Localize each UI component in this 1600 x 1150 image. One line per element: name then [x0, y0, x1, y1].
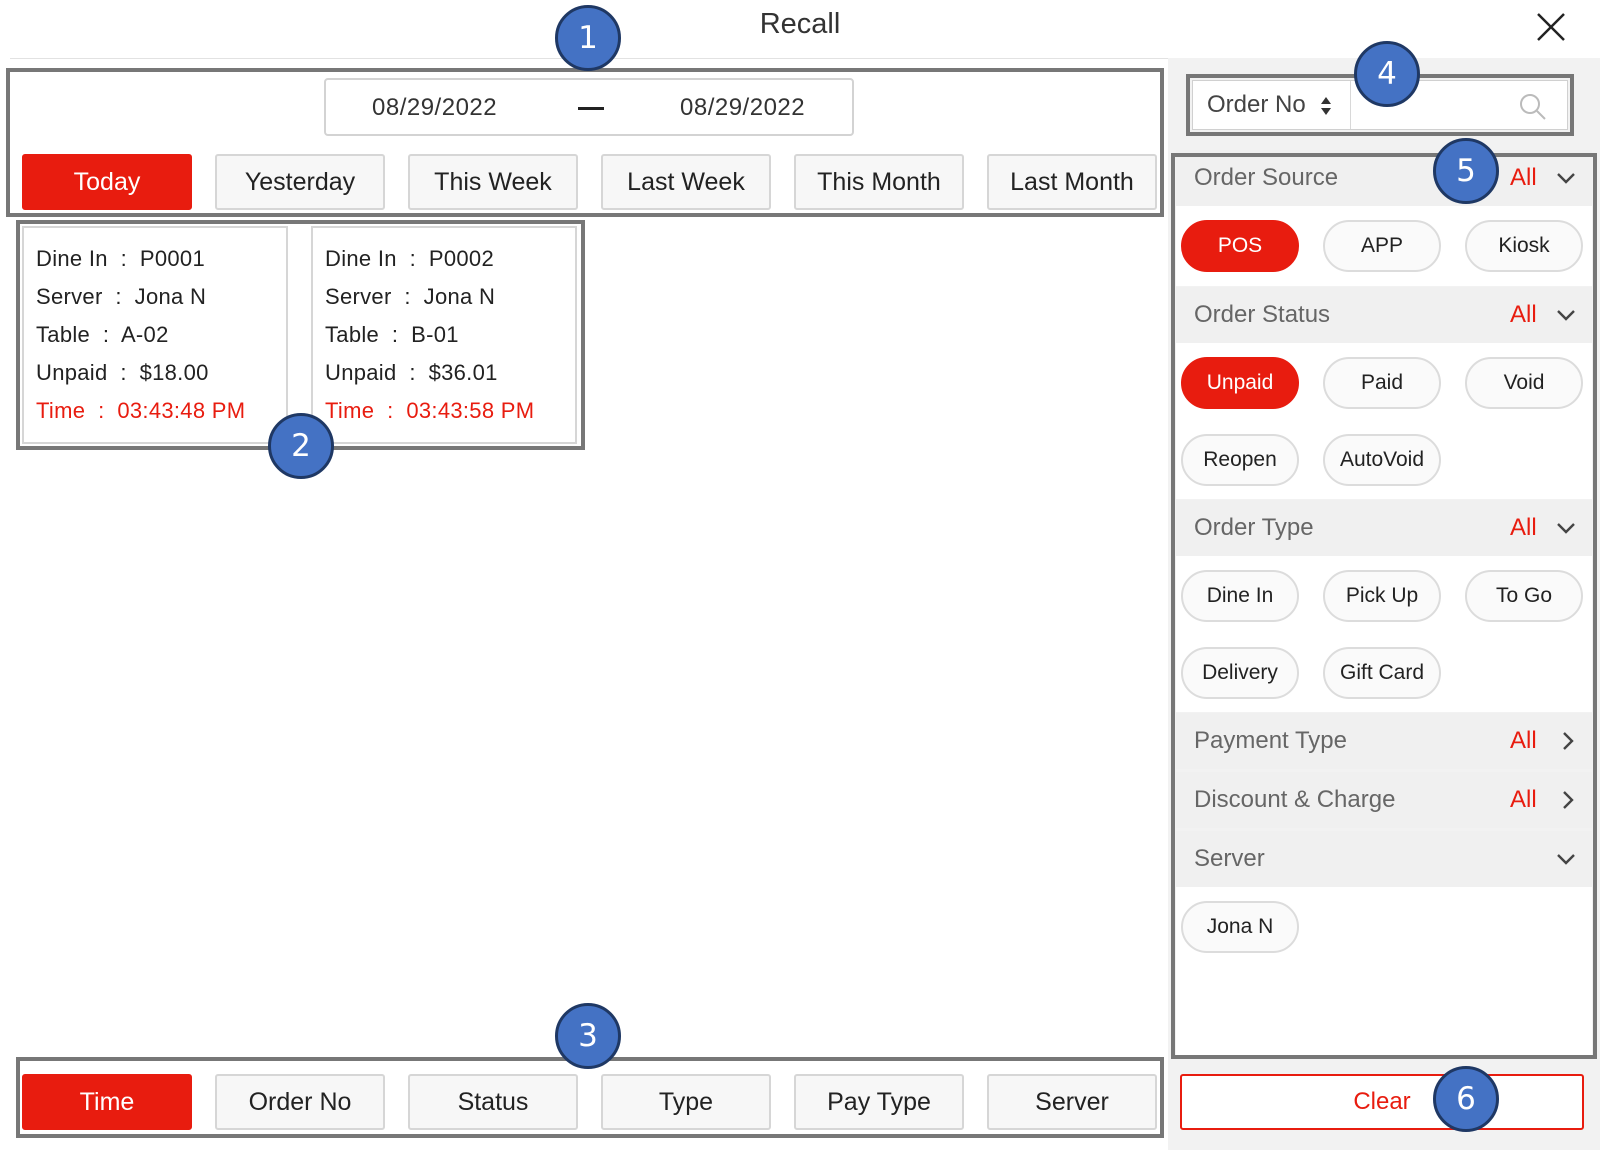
callout-box-date-filter	[6, 68, 1164, 217]
recall-dialog: Recall 08/29/2022 08/29/2022 Today Yeste…	[0, 0, 1600, 1150]
callout-badge-5: 5	[1433, 138, 1499, 204]
callout-badge-1: 1	[555, 5, 621, 71]
callout-badge-3: 3	[555, 1003, 621, 1069]
callout-box-filter-panel	[1171, 153, 1597, 1059]
clear-filters-button[interactable]: Clear	[1180, 1074, 1584, 1130]
callout-badge-6: 6	[1433, 1066, 1499, 1132]
callout-badge-2: 2	[268, 413, 334, 479]
callout-badge-4: 4	[1354, 41, 1420, 107]
dialog-title: Recall	[759, 8, 841, 40]
close-icon[interactable]	[1534, 10, 1568, 44]
callout-box-sort-bar	[16, 1057, 1164, 1138]
